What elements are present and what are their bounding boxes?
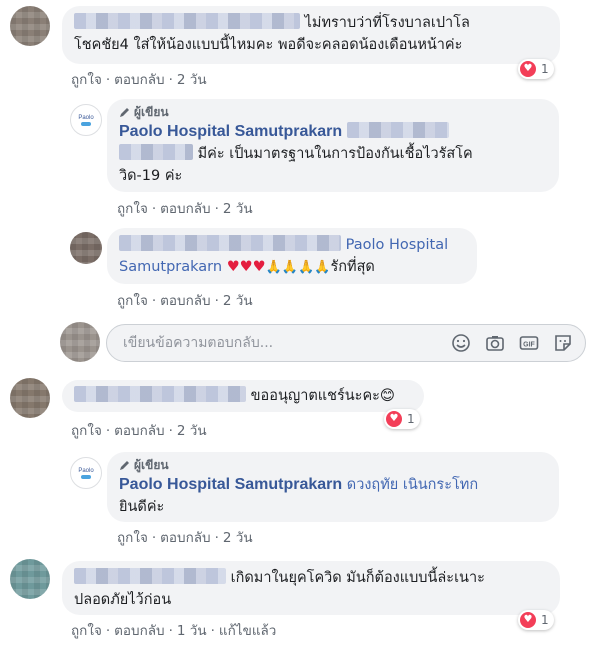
author-badge-label: ผู้เขียน xyxy=(134,458,169,472)
pencil-icon xyxy=(120,461,129,470)
smiley-icon[interactable] xyxy=(449,331,473,355)
timestamp[interactable]: 1 วัน xyxy=(177,619,207,641)
edited-label[interactable]: แก้ไขแล้ว xyxy=(219,619,276,641)
sticker-icon[interactable] xyxy=(551,331,575,355)
reply-bubble: ผู้เขียน Paolo Hospital Samutprakarn ดวง… xyxy=(107,452,559,522)
mention-blurred[interactable] xyxy=(346,122,449,138)
avatar[interactable] xyxy=(10,6,50,46)
reply-text: วิด-19 ค่ะ xyxy=(119,168,183,184)
timestamp[interactable]: 2 วัน xyxy=(223,526,253,548)
like-link[interactable]: ถูกใจ xyxy=(71,619,102,641)
avatar[interactable] xyxy=(10,559,50,599)
avatar[interactable] xyxy=(10,378,50,418)
commenter-name-blurred[interactable] xyxy=(74,568,226,584)
comment-actions: ถูกใจ · ตอบกลับ · 2 วัน xyxy=(71,419,207,441)
page-avatar[interactable]: Paolo xyxy=(70,457,102,489)
logo-mark xyxy=(81,474,91,479)
author-badge-label: ผู้เขียน xyxy=(134,105,169,119)
author-name[interactable]: Paolo Hospital Samutprakarn xyxy=(119,476,342,493)
separator: · xyxy=(214,293,219,309)
pencil-icon xyxy=(120,108,129,117)
reply-link[interactable]: ตอบกลับ xyxy=(114,619,164,641)
timestamp[interactable]: 2 วัน xyxy=(223,289,253,311)
author-badge: ผู้เขียน xyxy=(119,456,547,474)
reaction-count[interactable]: ♥ 1 xyxy=(384,409,420,429)
separator: · xyxy=(214,530,219,546)
reply-text: รักที่สุด xyxy=(330,259,375,275)
page-mention[interactable]: Paolo Hospital xyxy=(346,237,449,253)
reply-actions: ถูกใจ · ตอบกลับ · 2 วัน xyxy=(117,289,253,311)
like-link[interactable]: ถูกใจ xyxy=(117,289,148,311)
reply-bubble: Paolo Hospital Samutprakarn ♥♥♥🙏🙏🙏🙏รักที… xyxy=(107,228,477,284)
logo-mark xyxy=(81,121,91,126)
timestamp[interactable]: 2 วัน xyxy=(177,68,207,90)
reaction-count[interactable]: ♥ 1 xyxy=(518,610,554,630)
user-mention[interactable]: ดวงฤทัย เนินกระโทก xyxy=(347,477,478,493)
reply-actions: ถูกใจ · ตอบกลับ · 2 วัน xyxy=(117,526,253,548)
logo-text: Paolo xyxy=(78,114,94,121)
comment-text: โชคชัย4 ใส่ให้น้องแบบนี้ไหมคะ พอดีจะคลอด… xyxy=(74,37,463,53)
avatar[interactable] xyxy=(70,232,102,264)
reply-link[interactable]: ตอบกลับ xyxy=(160,526,210,548)
heart-emojis: ♥♥♥ xyxy=(226,259,266,275)
commenter-name-blurred[interactable] xyxy=(74,386,246,402)
commenter-name-blurred[interactable] xyxy=(74,13,300,29)
separator: · xyxy=(151,201,157,217)
separator: · xyxy=(105,423,111,439)
commenter-name-blurred[interactable] xyxy=(119,235,341,251)
mention-blurred[interactable] xyxy=(119,144,193,160)
separator: · xyxy=(151,530,157,546)
reply-bubble: ผู้เขียน Paolo Hospital Samutprakarn มีค… xyxy=(107,99,559,192)
reply-actions: ถูกใจ · ตอบกลับ · 2 วัน xyxy=(117,197,253,219)
current-user-avatar xyxy=(60,322,100,362)
like-link[interactable]: ถูกใจ xyxy=(117,526,148,548)
heart-reaction-icon: ♥ xyxy=(386,411,402,427)
heart-reaction-icon: ♥ xyxy=(520,61,536,77)
page-mention[interactable]: Samutprakarn xyxy=(119,259,222,275)
comment-bubble: ไม่ทราบว่าที่โรงบาลเปาโล โชคชัย4 ใส่ให้น… xyxy=(62,6,560,64)
reaction-number: 1 xyxy=(541,613,549,627)
comment-actions: ถูกใจ · ตอบกลับ · 1 วัน · แก้ไขแล้ว xyxy=(71,619,276,641)
comment-text: ขออนุญาตแชร์นะคะ😊 xyxy=(250,388,396,404)
reply-input[interactable] xyxy=(121,334,439,352)
like-link[interactable]: ถูกใจ xyxy=(71,419,102,441)
separator: · xyxy=(210,623,215,639)
separator: · xyxy=(168,623,173,639)
logo-text: Paolo xyxy=(78,467,94,474)
svg-text:GIF: GIF xyxy=(523,342,535,349)
timestamp[interactable]: 2 วัน xyxy=(177,419,207,441)
reply-link[interactable]: ตอบกลับ xyxy=(160,197,210,219)
reaction-number: 1 xyxy=(541,62,549,76)
timestamp[interactable]: 2 วัน xyxy=(223,197,253,219)
page-avatar[interactable]: Paolo xyxy=(70,104,102,136)
reaction-count[interactable]: ♥ 1 xyxy=(518,59,554,79)
separator: · xyxy=(151,293,157,309)
reply-link[interactable]: ตอบกลับ xyxy=(114,419,164,441)
separator: · xyxy=(105,623,111,639)
separator: · xyxy=(105,72,111,88)
camera-icon[interactable] xyxy=(483,331,507,355)
reply-link[interactable]: ตอบกลับ xyxy=(114,68,164,90)
reply-composer[interactable]: GIF xyxy=(106,324,586,362)
comment-text: ปลอดภัยไว้ก่อน xyxy=(74,592,172,608)
reaction-number: 1 xyxy=(407,412,415,426)
reply-text: ยินดีค่ะ xyxy=(119,499,165,515)
comment-bubble: เกิดมาในยุคโควิด มันก็ต้องแบบนี้ล่ะเนาะ … xyxy=(62,561,560,615)
gif-icon[interactable]: GIF xyxy=(517,331,541,355)
comment-text: เกิดมาในยุคโควิด มันก็ต้องแบบนี้ล่ะเนาะ xyxy=(230,570,485,586)
comment-text: ไม่ทราบว่าที่โรงบาลเปาโล xyxy=(304,15,470,31)
heart-reaction-icon: ♥ xyxy=(520,612,536,628)
author-badge: ผู้เขียน xyxy=(119,103,547,121)
like-link[interactable]: ถูกใจ xyxy=(71,68,102,90)
comment-actions: ถูกใจ · ตอบกลับ · 2 วัน xyxy=(71,68,207,90)
like-link[interactable]: ถูกใจ xyxy=(117,197,148,219)
author-name[interactable]: Paolo Hospital Samutprakarn xyxy=(119,123,342,140)
separator: · xyxy=(168,72,173,88)
reply-text: มีค่ะ เป็นมาตรฐานในการป้องกันเชื้อไวรัสโ… xyxy=(197,146,473,162)
separator: · xyxy=(168,423,173,439)
reply-link[interactable]: ตอบกลับ xyxy=(160,289,210,311)
separator: · xyxy=(214,201,219,217)
pray-emojis: 🙏🙏🙏🙏 xyxy=(265,260,331,275)
comment-bubble: ขออนุญาตแชร์นะคะ😊 xyxy=(62,380,424,412)
